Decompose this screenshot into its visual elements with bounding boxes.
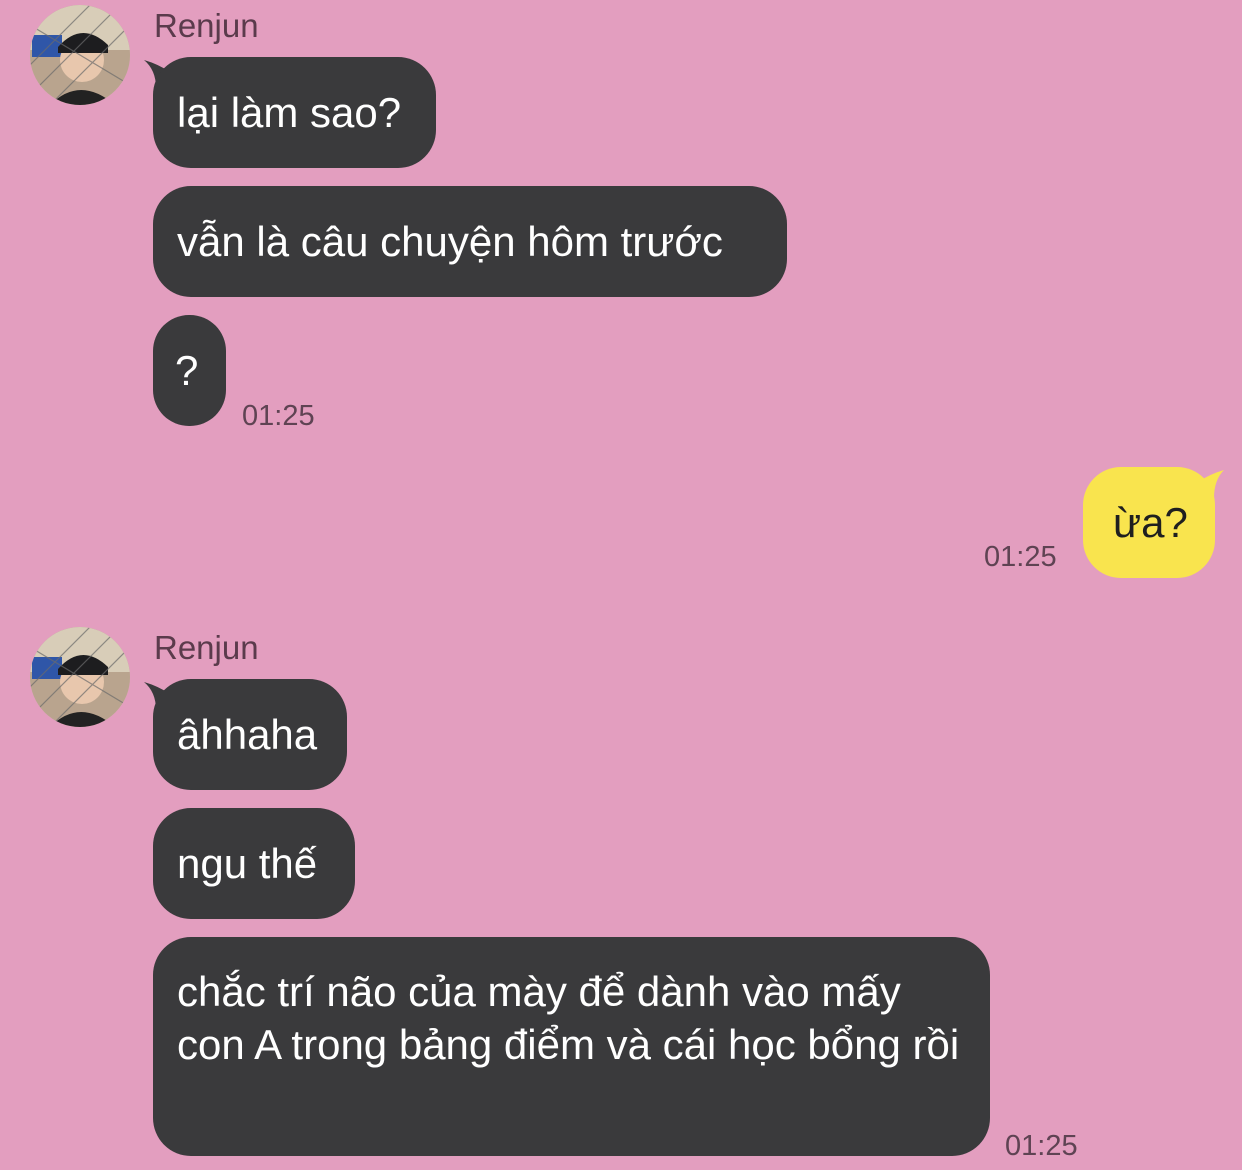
message-text: ? — [175, 347, 199, 394]
bubble-tail — [1196, 470, 1224, 498]
message-text: ngu thế — [177, 840, 318, 887]
avatar[interactable] — [30, 627, 130, 727]
message-text: âhhaha — [177, 711, 318, 758]
timestamp: 01:25 — [1005, 1130, 1078, 1162]
message-text: chắc trí não của mày để dành vào mấy con… — [177, 968, 960, 1068]
avatar[interactable] — [30, 5, 130, 105]
timestamp: 01:25 — [242, 400, 315, 432]
message-text: ừa? — [1113, 499, 1188, 546]
message-bubble[interactable]: ngu thế — [153, 808, 355, 919]
chat-thread: Renjun lại làm sao? vẫn là câu chuyện hô… — [0, 0, 1242, 1170]
sender-name: Renjun — [154, 7, 259, 44]
message-bubble[interactable]: chắc trí não của mày để dành vào mấy con… — [153, 937, 990, 1156]
timestamp: 01:25 — [984, 541, 1057, 573]
message-bubble[interactable]: ? — [153, 315, 226, 426]
message-text: lại làm sao? — [177, 89, 402, 136]
message-bubble[interactable]: âhhaha — [153, 679, 347, 790]
message-bubble[interactable]: vẫn là câu chuyện hôm trước — [153, 186, 787, 297]
message-text: vẫn là câu chuyện hôm trước — [177, 218, 723, 265]
sender-name: Renjun — [154, 629, 259, 666]
message-bubble[interactable]: lại làm sao? — [153, 57, 436, 168]
